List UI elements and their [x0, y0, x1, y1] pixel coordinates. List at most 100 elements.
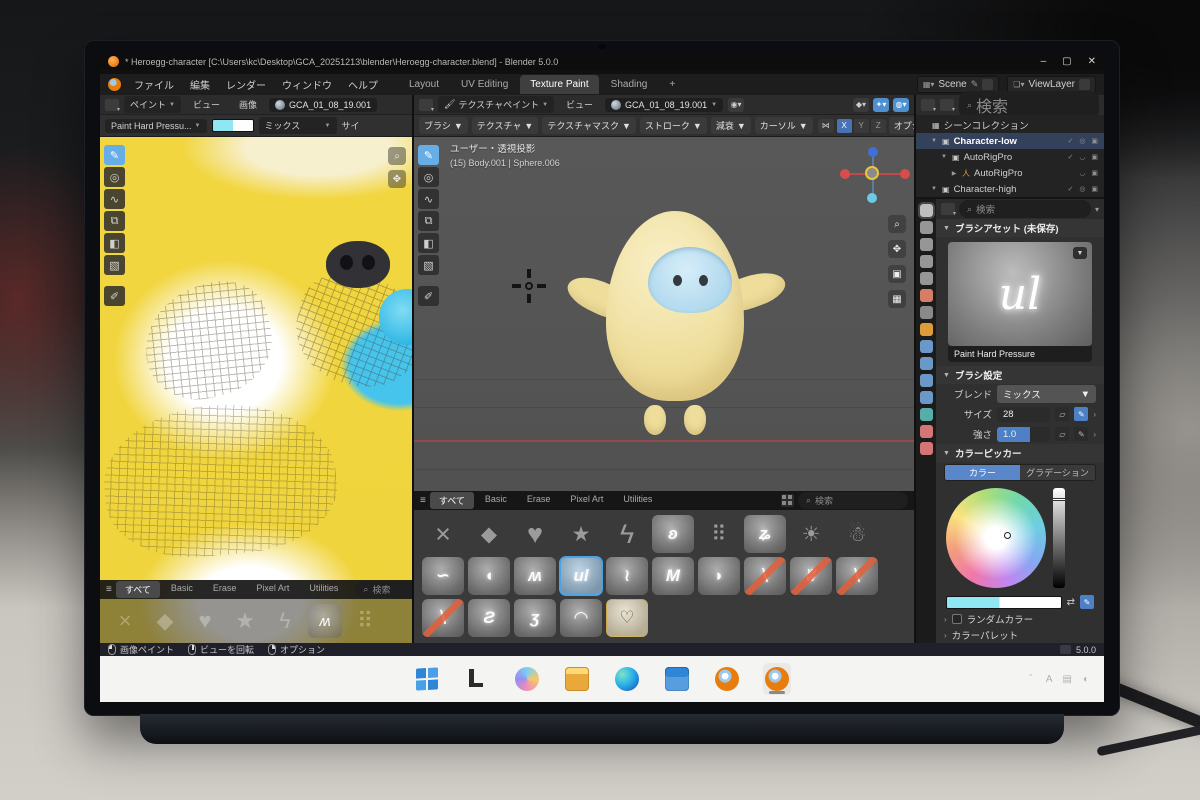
brush-paw[interactable]: ⠿: [698, 515, 740, 553]
outliner-item[interactable]: ▼ ▣ Character-high ✓ ◎ ▣: [916, 181, 1104, 197]
brush-x[interactable]: ×: [422, 515, 464, 553]
tab-material[interactable]: [920, 425, 933, 438]
taskbar-start[interactable]: [413, 663, 441, 695]
brush-drip[interactable]: ◠: [560, 599, 602, 637]
taskbar-search[interactable]: [463, 663, 491, 695]
editor-type-selector[interactable]: [105, 99, 119, 111]
workspace-tab[interactable]: Texture Paint: [520, 75, 598, 94]
tray-network[interactable]: ▤: [1063, 674, 1072, 685]
expand-icon[interactable]: ▼: [930, 138, 938, 144]
brush-stroke-8[interactable]: Ƨ: [468, 599, 510, 637]
color-picker-panel-header[interactable]: ▼カラーピッカー: [936, 444, 1104, 462]
tool-settings-pill[interactable]: 減衰▼: [711, 117, 751, 134]
image-menu[interactable]: 画像: [232, 95, 264, 114]
brush-erase-1[interactable]: ∖: [744, 557, 786, 595]
swap-colors-icon[interactable]: ⇄: [1067, 597, 1075, 608]
shelf-tab[interactable]: Pixel Art: [561, 492, 612, 509]
outliner-item[interactable]: ▦ シーンコレクション: [916, 117, 1104, 133]
interaction-mode-dropdown[interactable]: 🖌テクスチャペイント▼: [438, 96, 554, 113]
tab-output[interactable]: [920, 238, 933, 251]
taskbar-copilot[interactable]: [513, 663, 541, 695]
falloff-dropdown[interactable]: ◉▾: [728, 98, 744, 112]
transform-gizmo[interactable]: [842, 149, 912, 213]
tab-object[interactable]: [920, 323, 933, 336]
tool-settings-pill[interactable]: ブラシ▼: [419, 117, 468, 134]
brush-stroke-2[interactable]: ◖: [468, 557, 510, 595]
taskbar-blender[interactable]: [713, 663, 741, 695]
size-unit-toggle[interactable]: ▱: [1055, 407, 1069, 421]
shelf-tab[interactable]: Basic: [476, 492, 516, 509]
tool-dropdown[interactable]: [941, 203, 955, 215]
paint-mode-dropdown[interactable]: ペイント▼: [124, 96, 181, 113]
mirror-axis-toggle[interactable]: X: [837, 119, 852, 133]
zoom-icon[interactable]: ⌕: [388, 147, 406, 165]
brush-stroke-smudge[interactable]: ʑ: [744, 515, 786, 553]
image-canvas[interactable]: ✎◎∿⧉◧▧✐ ⌕ ✥ ≡ すべてBasicErasePixel ArtUtil…: [100, 137, 412, 643]
strength-unit-toggle[interactable]: ▱: [1055, 427, 1069, 441]
taskbar-blender-2[interactable]: [763, 663, 791, 695]
color-wheel[interactable]: [946, 488, 1046, 588]
color-palette-row[interactable]: › カラーパレット: [936, 627, 1104, 643]
maximize-button[interactable]: ▢: [1062, 56, 1071, 67]
outliner-item[interactable]: ▶ 人 AutoRigPro ◡ ▣: [916, 165, 1104, 181]
blend-mode-dropdown[interactable]: ミックス▼: [259, 117, 337, 134]
tool-clone[interactable]: ⧉: [104, 211, 125, 231]
ghost-paw[interactable]: ⠿: [348, 604, 382, 638]
workspace-tab[interactable]: UV Editing: [451, 75, 518, 94]
viewport-canvas[interactable]: ユーザー・透視投影 (15) Body.001 | Sphere.006: [414, 137, 914, 643]
brush-settings-panel-header[interactable]: ▼ブラシ設定: [936, 366, 1104, 384]
random-color-checkbox[interactable]: [952, 614, 962, 624]
blender-logo-icon[interactable]: [108, 78, 121, 91]
size-slider[interactable]: 28: [997, 407, 1050, 422]
display-mode-icon[interactable]: [781, 494, 794, 507]
shading-mode-toggle[interactable]: ◍▾: [893, 98, 909, 112]
strength-pressure-toggle[interactable]: ✎: [1074, 427, 1088, 441]
collapse-icon[interactable]: ▾: [1095, 205, 1099, 214]
outliner-item[interactable]: ▼ ▣ Character-low ✓ ◎ ▣: [916, 133, 1104, 149]
tool-fill[interactable]: ◧: [418, 233, 439, 253]
expand-icon[interactable]: ›: [1093, 410, 1096, 419]
expand-icon[interactable]: ▼: [940, 154, 948, 160]
ghost-heart[interactable]: ♥: [188, 604, 222, 638]
menu-item[interactable]: ウィンドウ: [275, 74, 339, 95]
ghost-stroke[interactable]: ʍ: [308, 604, 342, 638]
options-dropdown[interactable]: オプション▼: [889, 117, 914, 134]
close-button[interactable]: ✕: [1088, 56, 1096, 67]
brush-erase-3[interactable]: ∖: [836, 557, 878, 595]
taskbar-store[interactable]: [663, 663, 691, 695]
brush-stroke-5[interactable]: ≀: [606, 557, 648, 595]
tool-soften[interactable]: ◎: [418, 167, 439, 187]
taskbar-edge[interactable]: [613, 663, 641, 695]
tool-draw[interactable]: ✎: [104, 145, 125, 165]
ghost-x[interactable]: ×: [108, 604, 142, 638]
brush-heart[interactable]: ♥: [514, 515, 556, 553]
menu-item[interactable]: ファイル: [127, 74, 181, 95]
tab-view-layer[interactable]: [920, 255, 933, 268]
brush-paint-hard-pressure[interactable]: ul: [560, 557, 602, 595]
shelf-search-input[interactable]: ⌕検索: [798, 492, 908, 509]
tray-chevron[interactable]: ＾: [1026, 672, 1036, 687]
ghost-diamond[interactable]: ◆: [148, 604, 182, 638]
expand-icon[interactable]: ›: [1093, 430, 1096, 439]
shelf-tab[interactable]: Utilities: [300, 581, 347, 598]
brush-preview[interactable]: ul ▼: [948, 242, 1092, 346]
shelf-tab[interactable]: Pixel Art: [247, 581, 298, 598]
editor-type-selector[interactable]: [419, 99, 433, 111]
brush-stroke-soft[interactable]: ʚ: [652, 515, 694, 553]
tray-volume[interactable]: ◖: [1082, 674, 1088, 685]
tool-soften[interactable]: ◎: [104, 167, 125, 187]
brush-color-swatch[interactable]: [212, 119, 254, 132]
workspace-tab[interactable]: Shading: [601, 75, 658, 94]
image-datablock-selector[interactable]: GCA_01_08_19.001: [269, 98, 377, 112]
tab-constraints[interactable]: [920, 391, 933, 404]
tab-scene[interactable]: [920, 272, 933, 285]
filter-dropdown[interactable]: [940, 99, 954, 111]
visibility-toggles[interactable]: ✓ ◎ ▣: [1068, 185, 1100, 193]
mirror-axis-toggle[interactable]: Y: [854, 119, 869, 133]
color-gradient-swatch[interactable]: [946, 596, 1062, 609]
mirror-axis-toggle[interactable]: Z: [871, 119, 886, 133]
brush-diamond[interactable]: ◆: [468, 515, 510, 553]
value-slider[interactable]: [1053, 488, 1065, 588]
tool-draw[interactable]: ✎: [418, 145, 439, 165]
properties-search-input[interactable]: ⌕検索: [959, 200, 1091, 218]
